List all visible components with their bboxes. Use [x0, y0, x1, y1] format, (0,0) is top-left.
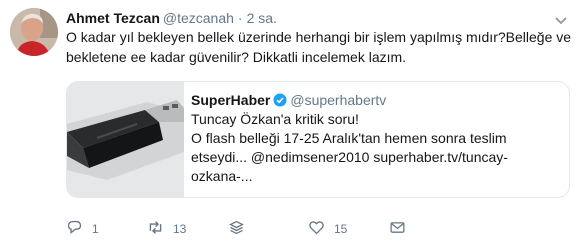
quoted-text-line: etseydi... @nedimsener2010 superhaber.tv… [191, 149, 508, 165]
quoted-tweet-card[interactable]: SuperHaber @superhabertv Tuncay Özkan'a k… [66, 81, 570, 198]
tweet-text-line: bekletene ee kadar güvenilir? Dikkatli i… [66, 49, 407, 65]
reply-icon [66, 219, 83, 239]
quoted-text-line: O flash belleği 17-25 Aralık'tan hemen s… [191, 130, 507, 146]
tweet-actions: 1 13 15 [66, 219, 486, 239]
stack-icon [228, 219, 245, 239]
author-handle[interactable]: @tezcanah [163, 10, 234, 26]
like-icon [308, 219, 325, 239]
tweet-text: O kadar yıl bekleyen bellek üzerinde her… [66, 27, 572, 67]
retweet-button[interactable]: 13 [147, 219, 186, 239]
avatar[interactable] [10, 8, 58, 56]
quoted-text-line: ozkana-... [191, 168, 253, 184]
quoted-header: SuperHaber @superhabertv [191, 91, 563, 110]
like-count: 15 [334, 222, 348, 236]
tweet-header: Ahmet Tezcan @tezcanah · 2 sa. [66, 9, 277, 27]
quoted-author-handle[interactable]: @superhabertv [290, 92, 386, 108]
retweet-icon [147, 219, 164, 239]
author-name[interactable]: Ahmet Tezcan [66, 10, 160, 26]
verified-badge-icon [273, 93, 287, 107]
more-caret-icon[interactable] [554, 13, 568, 25]
timestamp[interactable]: 2 sa. [247, 10, 277, 26]
separator: · [237, 10, 243, 26]
reply-button[interactable]: 1 [66, 219, 99, 239]
stack-button[interactable] [228, 219, 245, 239]
mail-icon [389, 219, 406, 239]
quoted-tweet-body: SuperHaber @superhabertv Tuncay Özkan'a k… [191, 91, 563, 186]
tweet-text-line: O kadar yıl bekleyen bellek üzerinde her… [66, 29, 572, 45]
quoted-author-name[interactable]: SuperHaber [191, 92, 270, 108]
quoted-text-line: Tuncay Özkan'a kritik soru! [191, 111, 359, 127]
retweet-count: 13 [173, 222, 187, 236]
usb-flash-drive-image [67, 82, 184, 197]
direct-message-button[interactable] [389, 219, 406, 239]
reply-count: 1 [92, 222, 99, 236]
like-button[interactable]: 15 [308, 219, 347, 239]
